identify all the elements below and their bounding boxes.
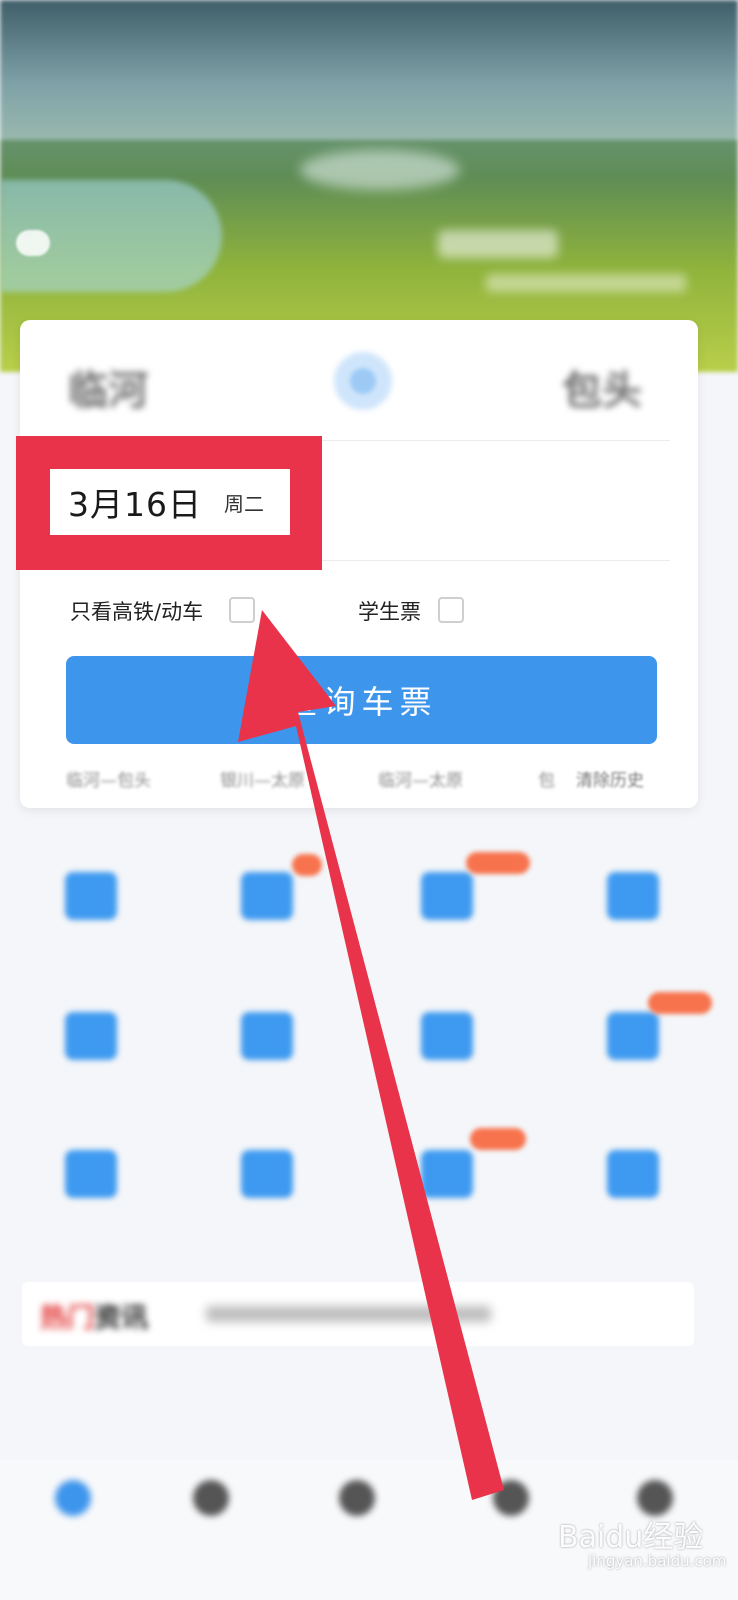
clear-history-button[interactable]: 清除历史 [576, 766, 644, 791]
news-title-rest: 资讯 [94, 1303, 148, 1334]
banner-cloud [300, 150, 460, 190]
news-title: 热门资讯 [40, 1296, 148, 1335]
meal-icon [65, 1150, 117, 1198]
to-city[interactable]: 包头 [562, 358, 642, 416]
calendar-icon [65, 872, 117, 920]
book-icon [607, 1150, 659, 1198]
tab-home[interactable] [8, 1480, 138, 1580]
travel-icon [493, 1480, 529, 1516]
service-icon [193, 1480, 229, 1516]
service-item[interactable] [558, 1012, 708, 1122]
query-tickets-button[interactable]: 查询车票 [66, 656, 657, 744]
student-ticket-label: 学生票 [358, 600, 421, 624]
banner-caption [438, 230, 558, 258]
new-badge [292, 854, 322, 876]
cart-icon [241, 1150, 293, 1198]
new-badge [466, 852, 530, 874]
home-icon [55, 1480, 91, 1516]
ticket-icon [421, 872, 473, 920]
from-city[interactable]: 临河 [68, 358, 148, 416]
service-item[interactable] [192, 872, 342, 982]
student-ticket-checkbox[interactable] [438, 597, 464, 623]
plus-icon [607, 872, 659, 920]
departure-weekday: 周二 [224, 491, 264, 516]
order-icon [339, 1480, 375, 1516]
history-item[interactable]: 包 [538, 766, 555, 791]
departure-date-selector[interactable]: 3月16日 周二 [50, 469, 290, 535]
watermark-brand: Baidu经验 [558, 1520, 704, 1555]
mountain-icon [65, 1012, 117, 1060]
service-item[interactable] [16, 1012, 166, 1122]
service-item[interactable] [372, 1012, 522, 1122]
service-item[interactable] [558, 872, 708, 982]
weather-cloud-icon [16, 230, 50, 256]
history-item[interactable]: 银川—太原 [220, 766, 305, 791]
baidu-watermark: Baidu经验 jingyan.baidu.com [558, 1512, 726, 1570]
swap-icon [350, 368, 376, 394]
tab-travel[interactable] [446, 1480, 576, 1580]
new-badge [648, 992, 712, 1014]
gaotie-only-label: 只看高铁/动车 [70, 600, 204, 624]
service-item[interactable] [558, 1150, 708, 1260]
service-item[interactable] [192, 1150, 342, 1260]
banner-subcaption [486, 274, 686, 292]
watermark-url: jingyan.baidu.com [588, 1552, 727, 1570]
banner-sky [0, 0, 738, 140]
news-headline [206, 1306, 491, 1322]
ticket-icon [241, 872, 293, 920]
profile-icon [637, 1480, 673, 1516]
service-item[interactable] [192, 1012, 342, 1122]
new-badge [470, 1128, 526, 1150]
service-item[interactable] [372, 1150, 522, 1260]
service-item[interactable] [16, 872, 166, 982]
ball-icon [421, 1150, 473, 1198]
service-item[interactable] [372, 872, 522, 982]
news-title-accent: 热门 [40, 1303, 94, 1334]
document-icon [607, 1012, 659, 1060]
tab-order[interactable] [292, 1480, 422, 1580]
history-item[interactable]: 临河—包头 [66, 766, 151, 791]
service-item[interactable] [16, 1150, 166, 1260]
tab-service[interactable] [146, 1480, 276, 1580]
history-item[interactable]: 临河—太原 [378, 766, 463, 791]
hotel-icon [421, 1012, 473, 1060]
gaotie-only-checkbox[interactable] [229, 597, 255, 623]
departure-date: 3月16日 [68, 485, 202, 524]
car-icon [241, 1012, 293, 1060]
